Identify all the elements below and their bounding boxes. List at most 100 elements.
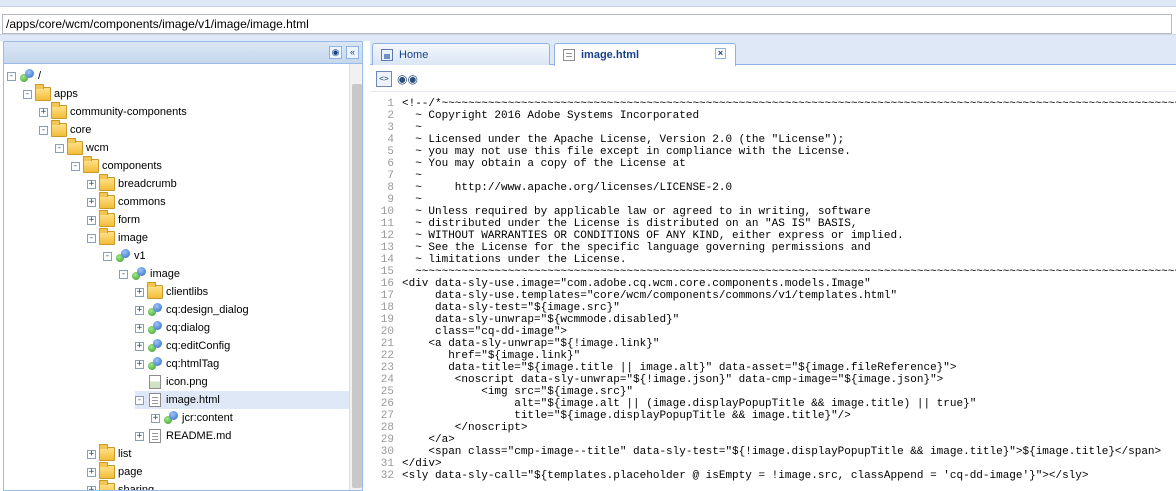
code-line: 15 ~~~~~~~~~~~~~~~~~~~~~~~~~~~~~~~~~~~~~… [370,266,1176,278]
folder-icon [67,138,83,155]
file-icon [149,393,161,407]
expand-toggle-icon[interactable]: + [135,305,144,315]
scrollbar-thumb[interactable] [352,84,362,488]
code-text: </noscript> [402,422,528,434]
collapse-toggle-icon[interactable]: - [71,161,80,171]
code-text: data-sly-unwrap="${wcmmode.disabled}" [402,314,680,326]
tree-node-label: / [38,70,42,82]
node-icon [147,303,163,317]
expand-toggle-icon[interactable]: + [135,431,144,441]
collapse-toggle-icon[interactable]: - [135,395,144,405]
tree-node-label: commons [118,196,166,208]
tree-node[interactable]: + README.md [135,427,231,445]
code-line: 19 data-sly-unwrap="${wcmmode.disabled}" [370,314,1176,326]
path-input[interactable]: /apps/core/wcm/components/image/v1/image… [2,14,1172,34]
tree-node[interactable]: + sharing [87,480,154,490]
expand-toggle-icon[interactable]: + [39,107,48,117]
folder-icon [83,156,99,173]
code-editor[interactable]: 1 <!--/*~~~~~~~~~~~~~~~~~~~~~~~~~~~~~~~~~… [370,98,1176,491]
code-text: <img src="${image.src}" [402,386,634,398]
close-icon[interactable]: × [715,48,726,59]
format-icon[interactable]: <> [376,71,392,87]
code-text: ~ limitations under the License. [402,254,627,266]
code-line: 2 ~ Copyright 2016 Adobe Systems Incorpo… [370,110,1176,122]
tree-scrollbar[interactable] [349,64,362,490]
code-line: 18 data-sly-test="${image.src}" [370,302,1176,314]
collapse-toggle-icon[interactable]: - [103,251,112,261]
tree-node[interactable]: icon.png [135,373,208,391]
tab-image-html[interactable]: image.html × [554,43,736,66]
code-text: data-sly-test="${image.src}" [402,302,620,314]
code-text: <div data-sly-use.image="com.adobe.cq.wc… [402,278,871,290]
code-line: 8 ~ http://www.apache.org/licenses/LICEN… [370,182,1176,194]
tree-node-label: list [118,448,132,460]
line-number: 9 [387,194,394,206]
collapse-toggle-icon[interactable]: - [23,89,32,99]
expand-toggle-icon[interactable]: + [135,287,144,297]
line-number: 19 [380,314,394,326]
tab-home[interactable]: Home [372,43,550,65]
expand-toggle-icon[interactable]: + [87,179,96,189]
expand-toggle-icon[interactable]: + [87,449,96,459]
code-text: ~ You may obtain a copy of the License a… [402,158,686,170]
tree-node[interactable]: - image [87,228,148,247]
tree-node[interactable]: - components [71,156,162,175]
code-line: 30 <span class="cmp-image--title" data-s… [370,446,1176,458]
tree-node-label: cq:htmlTag [166,358,220,370]
expand-toggle-icon[interactable]: + [87,197,96,207]
tree-node[interactable]: + breadcrumb [87,174,177,193]
tree-node[interactable]: + page [87,462,142,481]
binoculars-icon[interactable]: ◉ [329,46,342,59]
tree-node-label: breadcrumb [118,178,177,190]
tree-node[interactable]: - image.html [135,391,349,409]
collapse-toggle-icon[interactable]: - [55,143,64,153]
code-text: <a data-sly-unwrap="${!image.link}" [402,338,660,350]
collapse-toggle-icon[interactable]: - [119,269,128,279]
tree-node[interactable]: + clientlibs [135,282,209,301]
tree-node[interactable]: + cq:editConfig [135,337,230,355]
tree-node-label: clientlibs [166,286,209,298]
expand-toggle-icon[interactable]: + [87,467,96,477]
collapse-left-icon[interactable]: « [346,46,359,59]
expand-toggle-icon[interactable]: + [87,485,96,490]
tree-node[interactable]: + list [87,444,132,463]
tree-node[interactable]: - image [119,265,180,283]
expand-toggle-icon[interactable]: + [87,215,96,225]
expand-toggle-icon[interactable]: + [135,323,144,333]
line-number: 3 [387,122,394,134]
tree-node-label: v1 [134,250,146,262]
line-number: 11 [380,218,394,230]
collapse-toggle-icon[interactable]: - [39,125,48,135]
document-icon [563,49,575,61]
tree-node[interactable]: + form [87,210,140,229]
line-number: 20 [380,326,394,338]
collapse-toggle-icon[interactable]: - [7,71,16,81]
tree-node[interactable]: + jcr:content [151,409,233,427]
tab-home-label: Home [399,48,429,61]
tree-node[interactable]: - apps [23,84,78,103]
line-number: 27 [380,410,394,422]
tree-node[interactable]: + cq:htmlTag [135,355,219,373]
tree-node[interactable]: + community-components [39,102,187,121]
binoculars-icon[interactable]: ◉◉ [397,71,418,87]
tree-node[interactable]: - wcm [55,138,109,157]
expand-toggle-icon[interactable]: + [135,341,144,351]
folder-icon [99,174,115,191]
tree-node[interactable]: - v1 [103,247,146,265]
code-line: 1 <!--/*~~~~~~~~~~~~~~~~~~~~~~~~~~~~~~~~~… [370,98,1176,110]
line-number: 29 [380,434,394,446]
expand-toggle-icon[interactable]: + [135,359,144,369]
tree-node[interactable]: + cq:dialog [135,319,210,337]
editor-toolbar: <> ◉◉ [370,66,1176,92]
line-number: 8 [387,182,394,194]
tree-node[interactable]: + cq:design_dialog [135,301,249,319]
collapse-toggle-icon[interactable]: - [87,233,96,243]
line-number: 1 [387,98,394,110]
line-number: 21 [380,338,394,350]
expand-toggle-icon[interactable]: + [151,413,160,423]
tree-node[interactable]: - / [7,67,41,85]
code-text: ~ [402,122,422,134]
tree-node[interactable]: + commons [87,192,166,211]
tree-node-label: wcm [86,142,109,154]
tree-node[interactable]: - core [39,120,91,139]
